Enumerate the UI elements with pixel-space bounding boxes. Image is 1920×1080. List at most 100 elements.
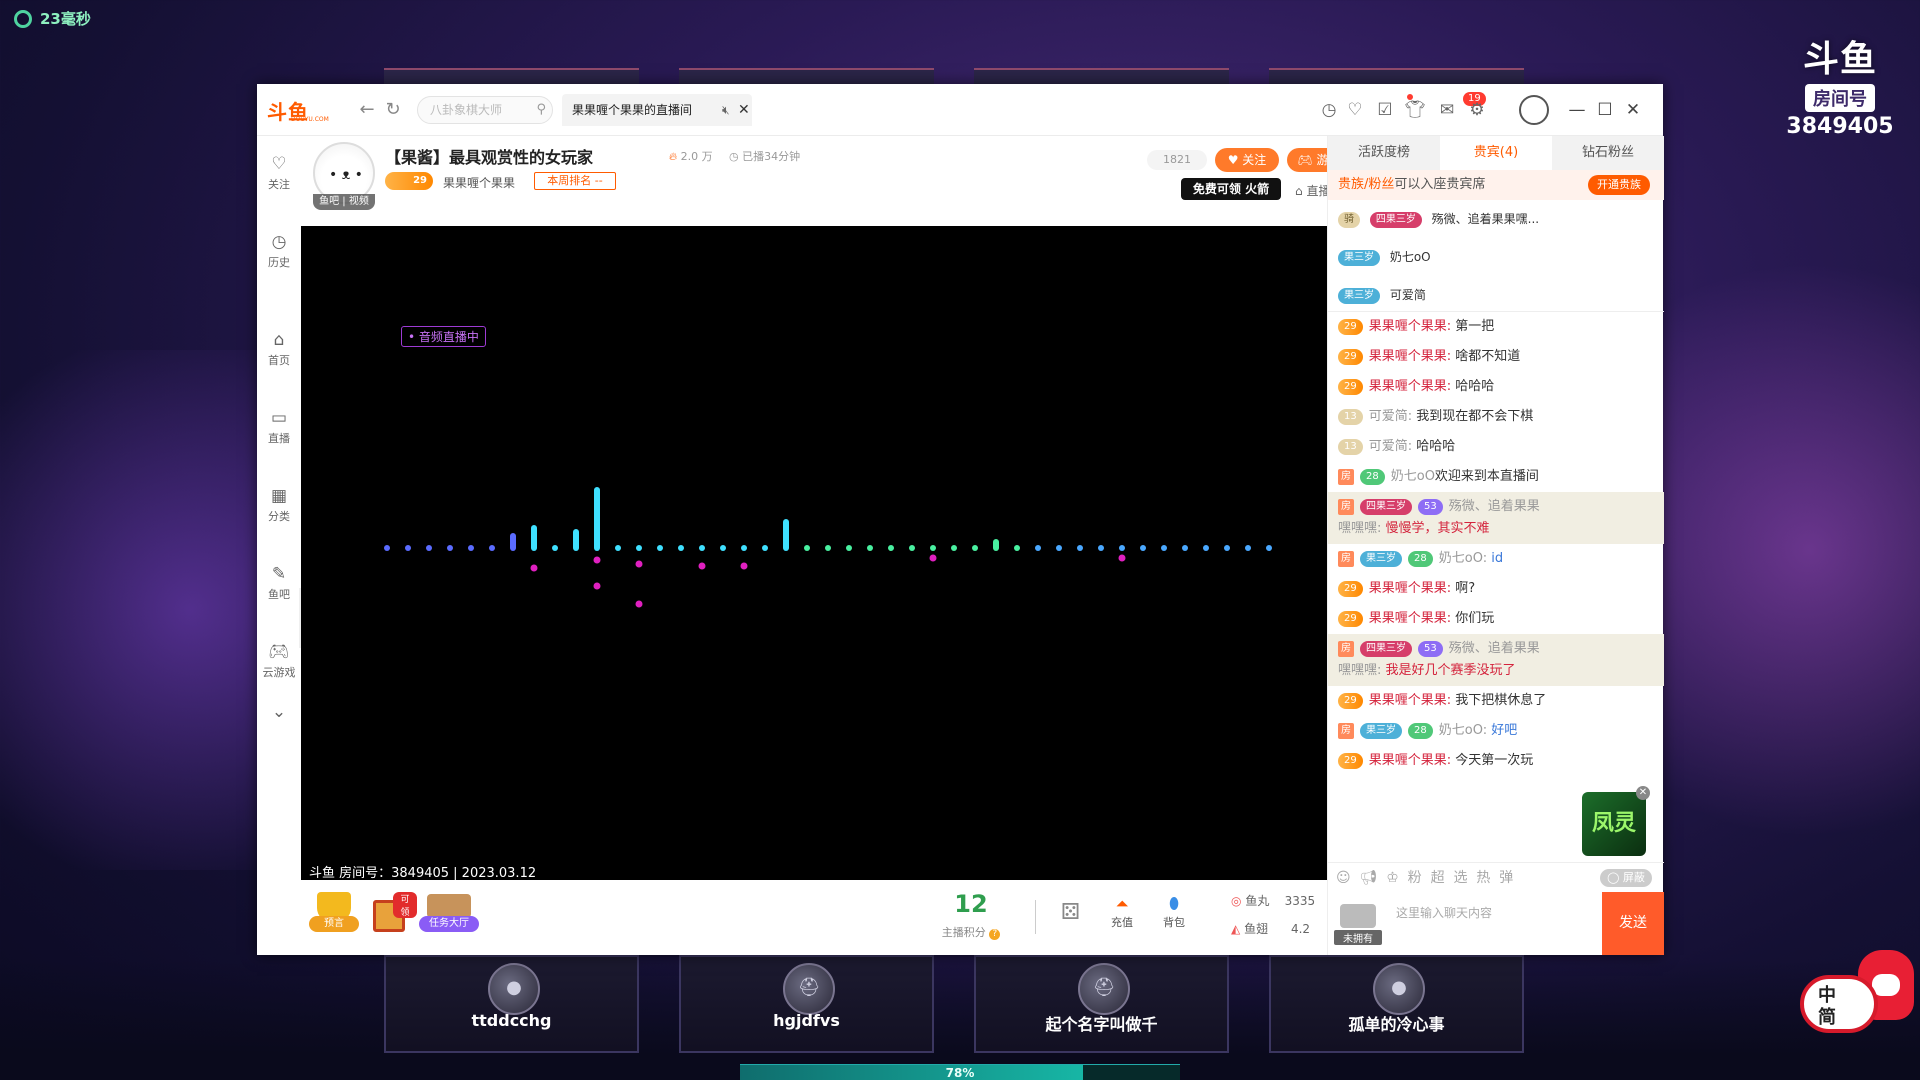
chat-user[interactable]: 果果喱个果果: — [1369, 611, 1451, 626]
chat-user[interactable]: 奶七oO: — [1439, 551, 1487, 566]
tab-vip[interactable]: 贵宾(4) — [1440, 136, 1552, 170]
task-hall-button[interactable]: 任务大厅 — [419, 892, 479, 934]
tool-super[interactable]: 超 — [1431, 870, 1445, 886]
helmet-icon: ⛑ — [1078, 963, 1130, 1015]
chat-user[interactable]: 果果喱个果果: — [1369, 349, 1451, 364]
level-badge-icon: 29 — [1338, 752, 1363, 769]
close-ad-icon[interactable]: ✕ — [1636, 786, 1650, 800]
anchor-name[interactable]: 果果喱个果果 — [443, 174, 515, 191]
knight-badge-icon: 骑 — [1338, 211, 1360, 228]
progress-label: 78% — [945, 1066, 975, 1080]
close-tab-icon[interactable]: ✕ — [738, 94, 750, 126]
tab-diamond-fans[interactable]: 钻石粉丝 — [1552, 136, 1664, 170]
close-window-icon[interactable]: ✕ — [1623, 98, 1643, 122]
tool-fans[interactable]: 粉 — [1408, 870, 1422, 886]
chat-user[interactable]: 可爱简: — [1369, 409, 1412, 424]
chat-user[interactable]: 可爱简: — [1369, 439, 1412, 454]
history-icon[interactable]: ◷ — [1317, 98, 1341, 122]
player-card[interactable]: ⛑ 起个名字叫做千 — [974, 955, 1229, 1053]
free-rocket-banner[interactable]: 免费可领 火箭 — [1181, 178, 1281, 200]
chat-user[interactable]: 奶七oO: — [1439, 723, 1487, 738]
stream-title: 【果酱】最具观赏性的女玩家 — [385, 148, 594, 167]
heart-icon: ♡ — [271, 154, 287, 174]
recharge-button[interactable]: ⏶ 充值 — [1111, 894, 1133, 930]
chat-user[interactable]: 果果喱个果果: — [1369, 319, 1451, 334]
chat-user[interactable]: 果果喱个果果: — [1369, 379, 1451, 394]
open-nobility-button[interactable]: 开通贵族 — [1588, 175, 1650, 195]
preview-button[interactable]: 预言 — [309, 892, 359, 934]
heart-icon[interactable]: ♡ — [1343, 98, 1367, 122]
tool-hot[interactable]: 热 — [1476, 870, 1490, 886]
player-card[interactable]: ● 孤单的冷心事 — [1269, 955, 1524, 1053]
chat-user[interactable]: 果果喱个果果: — [1369, 581, 1451, 596]
duration-value: 已播34分钟 — [742, 150, 801, 163]
unowned-item[interactable]: 未拥有 — [1334, 904, 1382, 945]
back-icon[interactable]: ← — [355, 98, 379, 122]
chat-user[interactable]: 殇微、追着果果 — [1449, 499, 1540, 514]
visualizer-bar — [888, 545, 894, 551]
player-card[interactable]: ⛑ hgjdfvs — [679, 955, 934, 1053]
maximize-icon[interactable]: ☐ — [1595, 98, 1615, 122]
gift-claim-button[interactable]: 可领 — [367, 892, 417, 934]
crown-icon[interactable]: ♔ — [1386, 870, 1399, 886]
douyu-watermark-logo: 斗鱼 — [1802, 38, 1877, 80]
chat-user[interactable]: 果果喱个果果: — [1369, 693, 1451, 708]
shirt-icon[interactable]: 👕︎ — [1403, 98, 1427, 122]
nav-history[interactable]: ◷ 历史 — [257, 232, 301, 270]
tool-danmaku[interactable]: 弹 — [1499, 870, 1513, 886]
tool-select[interactable]: 选 — [1453, 870, 1467, 886]
settings-icon[interactable]: ⚙ — [1465, 98, 1489, 122]
room-badge-icon: 房 — [1338, 550, 1354, 567]
emoji-icon[interactable]: ☺ — [1336, 870, 1351, 886]
search-input[interactable]: 八卦象棋大师 ⚲ — [417, 96, 553, 124]
chat-text: id — [1491, 551, 1504, 566]
weekly-rank-tag[interactable]: 本周排名 -- — [534, 172, 616, 190]
minimize-icon[interactable]: — — [1567, 98, 1587, 122]
nav-category[interactable]: ▦ 分类 — [257, 486, 301, 524]
tab-activity-rank[interactable]: 活跃度榜 — [1328, 136, 1440, 170]
vip-row[interactable]: 骑 四果三岁 殇微、追着果果嘿... — [1328, 200, 1664, 238]
visualizer-bar — [804, 545, 810, 551]
room-number: 3849405 — [1786, 114, 1894, 139]
avatar-tag[interactable]: 鱼吧 | 视频 — [313, 194, 375, 210]
vip-row[interactable]: 果三岁 可爱简 — [1328, 276, 1664, 314]
game-progress-bar: 78% — [740, 1064, 1180, 1080]
nav-fishbar[interactable]: ✎ 鱼吧 — [257, 564, 301, 602]
chat-user[interactable]: 果果喱个果果: — [1369, 753, 1451, 768]
mute-icon[interactable]: 🔇︎ — [722, 94, 730, 126]
chat-text: 你们玩 — [1455, 611, 1495, 626]
chat-user[interactable]: 奶七oO — [1391, 469, 1435, 484]
message-icon[interactable]: ✉ — [1435, 98, 1459, 122]
help-icon[interactable]: ? — [989, 929, 1001, 940]
anchor-level-badge: 29 — [385, 172, 433, 190]
chat-user[interactable]: 殇微、追着果果 — [1449, 641, 1540, 656]
user-avatar[interactable] — [1519, 95, 1549, 125]
send-button[interactable]: 发送 — [1602, 892, 1664, 955]
game-ad[interactable]: 凤灵 — [1582, 792, 1646, 856]
backpack-button[interactable]: ⬮ 背包 — [1163, 894, 1185, 930]
tab-live-room[interactable]: 果果喱个果果的直播间 🔇︎ ✕ — [562, 94, 752, 126]
nav-label: 直播 — [268, 432, 290, 445]
checkin-icon[interactable]: ☑ — [1373, 98, 1397, 122]
megaphone-icon[interactable]: 📢︎ — [1360, 870, 1378, 886]
nav-live[interactable]: ▭ 直播 — [257, 408, 301, 446]
douyu-logo[interactable]: 斗鱼 DOUYU.COM — [267, 96, 333, 124]
video-player[interactable]: • 音频直播中 斗鱼 房间号：3849405 | 2023.03.12 — [301, 226, 1327, 881]
nav-more[interactable]: ⌄ — [257, 702, 301, 722]
visualizer-bar — [657, 545, 663, 551]
player-card[interactable]: ● ttddcchg — [384, 955, 639, 1053]
ime-indicator[interactable]: 中 简 — [1800, 950, 1914, 1040]
search-icon[interactable]: ⚲ — [536, 97, 546, 123]
nav-home[interactable]: ⌂ 首页 — [257, 330, 301, 368]
refresh-icon[interactable]: ↻ — [381, 98, 405, 122]
follow-button[interactable]: ♥ 关注 — [1215, 148, 1279, 172]
chat-input[interactable]: 这里输入聊天内容 — [1392, 898, 1602, 948]
shield-toggle[interactable]: ◯ 屏蔽 — [1600, 869, 1652, 887]
visualizer-dot — [929, 554, 937, 562]
gift-icon[interactable]: ⚄ — [1061, 900, 1080, 925]
nav-follow[interactable]: ♡ 关注 — [257, 154, 301, 192]
visualizer-bar — [552, 545, 558, 551]
clock-icon: ◷ — [271, 232, 287, 252]
nav-cloud-game[interactable]: 🎮︎ 云游戏 — [257, 642, 301, 680]
vip-row[interactable]: 果三岁 奶七oO — [1328, 238, 1664, 276]
